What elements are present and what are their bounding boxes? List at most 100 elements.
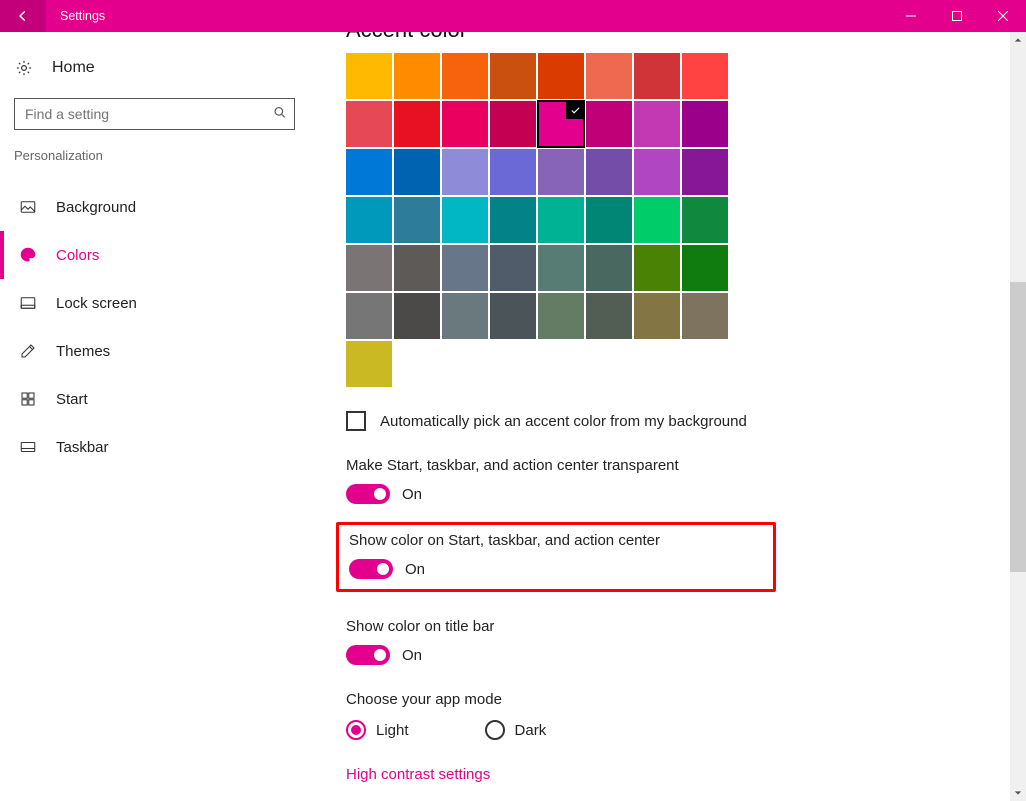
show-color-start-toggle[interactable]	[349, 559, 393, 579]
color-swatch[interactable]	[346, 293, 392, 339]
back-button[interactable]	[0, 0, 46, 32]
transparent-label: Make Start, taskbar, and action center t…	[346, 457, 1026, 474]
lock-screen-icon	[18, 294, 38, 312]
color-swatch[interactable]	[586, 197, 632, 243]
color-swatch[interactable]	[490, 293, 536, 339]
palette-icon	[18, 246, 38, 264]
radio-icon	[346, 720, 366, 740]
color-swatch[interactable]	[490, 53, 536, 99]
color-swatch[interactable]	[586, 149, 632, 195]
color-swatch[interactable]	[682, 197, 728, 243]
scroll-up-icon[interactable]	[1010, 32, 1026, 48]
color-swatch[interactable]	[634, 245, 680, 291]
radio-label: Light	[376, 722, 409, 739]
color-swatch[interactable]	[490, 149, 536, 195]
color-swatch[interactable]	[634, 53, 680, 99]
color-swatch[interactable]	[442, 245, 488, 291]
gear-icon	[14, 58, 34, 78]
color-swatch[interactable]	[538, 149, 584, 195]
color-swatch[interactable]	[538, 197, 584, 243]
close-button[interactable]	[980, 0, 1026, 32]
sidebar-item-start[interactable]: Start	[0, 375, 309, 423]
sidebar-item-lock-screen[interactable]: Lock screen	[0, 279, 309, 327]
show-color-title-label: Show color on title bar	[346, 618, 1026, 635]
home-label: Home	[52, 59, 95, 77]
color-swatch[interactable]	[346, 245, 392, 291]
color-swatch[interactable]	[442, 101, 488, 147]
sidebar-item-label: Taskbar	[56, 439, 109, 456]
color-swatch[interactable]	[586, 101, 632, 147]
show-color-title-state: On	[402, 647, 422, 664]
radio-icon	[485, 720, 505, 740]
color-swatch[interactable]	[682, 53, 728, 99]
themes-icon	[18, 342, 38, 360]
color-swatch[interactable]	[346, 149, 392, 195]
home-nav[interactable]: Home	[0, 48, 309, 88]
color-swatch[interactable]	[442, 53, 488, 99]
color-swatch[interactable]	[538, 293, 584, 339]
section-heading: Personalization	[0, 144, 309, 171]
color-swatch[interactable]	[490, 245, 536, 291]
show-color-title-toggle[interactable]	[346, 645, 390, 665]
color-swatch[interactable]	[394, 101, 440, 147]
color-swatch[interactable]	[394, 245, 440, 291]
color-grid	[346, 53, 1026, 339]
color-swatch[interactable]	[586, 53, 632, 99]
sidebar-item-label: Background	[56, 199, 136, 216]
color-swatch[interactable]	[394, 53, 440, 99]
color-swatch[interactable]	[586, 245, 632, 291]
color-swatch[interactable]	[538, 53, 584, 99]
checkbox-box	[346, 411, 366, 431]
scrollbar-track[interactable]	[1010, 32, 1026, 801]
app-mode-light[interactable]: Light	[346, 720, 409, 740]
sidebar-item-themes[interactable]: Themes	[0, 327, 309, 375]
color-swatch[interactable]	[442, 197, 488, 243]
sidebar-item-taskbar[interactable]: Taskbar	[0, 423, 309, 471]
transparent-toggle[interactable]	[346, 484, 390, 504]
color-swatch[interactable]	[490, 197, 536, 243]
search-icon	[273, 106, 287, 123]
color-swatch[interactable]	[682, 293, 728, 339]
color-swatch[interactable]	[346, 341, 392, 387]
color-swatch[interactable]	[394, 197, 440, 243]
color-swatch[interactable]	[682, 245, 728, 291]
scroll-down-icon[interactable]	[1010, 785, 1026, 801]
color-swatch[interactable]	[394, 293, 440, 339]
color-swatch[interactable]	[442, 149, 488, 195]
color-swatch[interactable]	[634, 197, 680, 243]
color-swatch[interactable]	[634, 149, 680, 195]
color-swatch[interactable]	[346, 53, 392, 99]
color-swatch[interactable]	[682, 149, 728, 195]
sidebar-item-background[interactable]: Background	[0, 183, 309, 231]
color-swatch[interactable]	[490, 101, 536, 147]
auto-pick-label: Automatically pick an accent color from …	[380, 413, 747, 430]
color-swatch[interactable]	[586, 293, 632, 339]
minimize-button[interactable]	[888, 0, 934, 32]
color-swatch[interactable]	[346, 101, 392, 147]
color-swatch[interactable]	[538, 245, 584, 291]
sidebar-item-label: Colors	[56, 247, 99, 264]
color-swatch[interactable]	[682, 101, 728, 147]
color-swatch[interactable]	[538, 101, 584, 147]
checkmark-icon	[566, 101, 584, 119]
show-color-start-label: Show color on Start, taskbar, and action…	[349, 532, 755, 549]
sidebar-item-colors[interactable]: Colors	[0, 231, 309, 279]
sidebar-item-label: Start	[56, 391, 88, 408]
search-box[interactable]	[14, 98, 295, 130]
main-content: Accent color Automatically pick an accen…	[310, 32, 1026, 801]
color-swatch[interactable]	[346, 197, 392, 243]
color-swatch[interactable]	[634, 293, 680, 339]
radio-label: Dark	[515, 722, 547, 739]
maximize-button[interactable]	[934, 0, 980, 32]
sidebar-item-label: Themes	[56, 343, 110, 360]
sidebar-item-label: Lock screen	[56, 295, 137, 312]
color-swatch[interactable]	[442, 293, 488, 339]
search-input[interactable]	[14, 98, 295, 130]
scrollbar-thumb[interactable]	[1010, 282, 1026, 572]
high-contrast-link[interactable]: High contrast settings	[346, 766, 490, 783]
color-swatch[interactable]	[634, 101, 680, 147]
app-mode-dark[interactable]: Dark	[485, 720, 547, 740]
auto-pick-checkbox[interactable]: Automatically pick an accent color from …	[346, 411, 1026, 431]
color-swatch[interactable]	[394, 149, 440, 195]
accent-color-heading: Accent color	[346, 32, 1026, 43]
